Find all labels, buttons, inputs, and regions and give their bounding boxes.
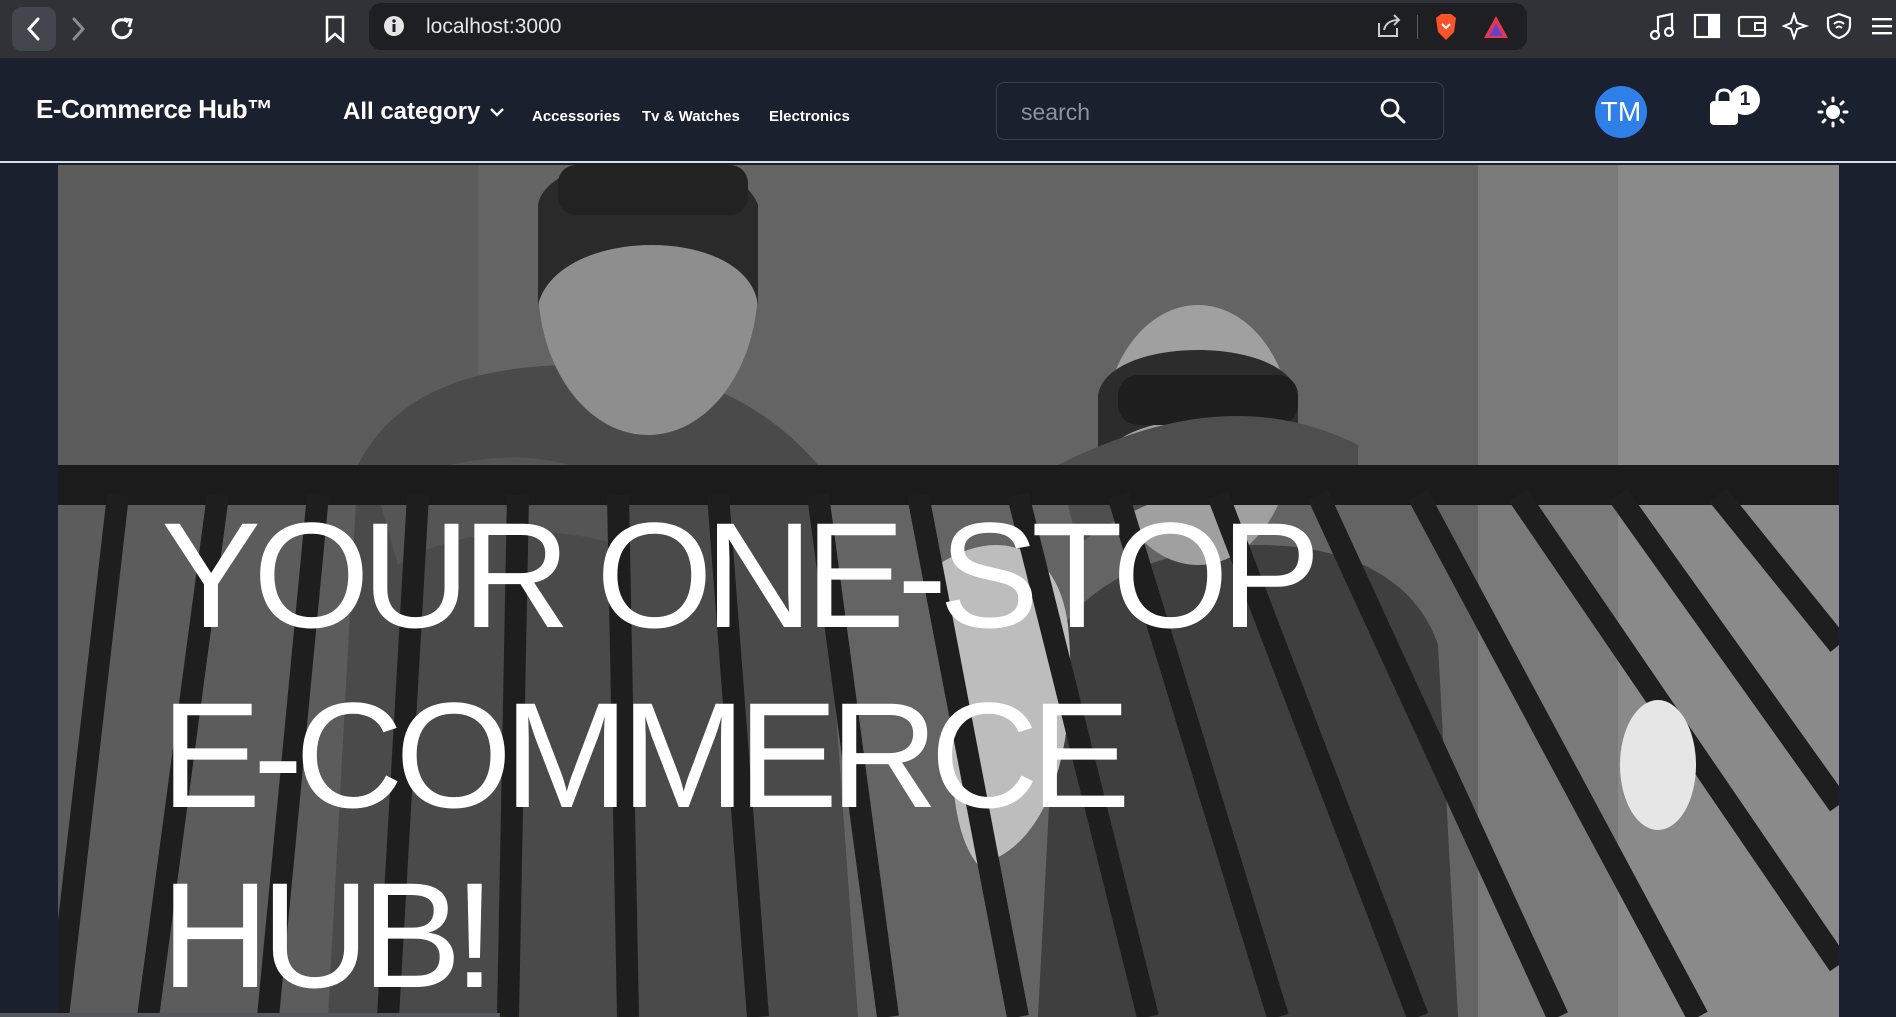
hero-headline-line: YOUR ONE-STOP <box>161 491 1321 659</box>
all-category-dropdown[interactable]: All category <box>343 98 506 126</box>
hero-banner: YOUR ONE-STOP E-COMMERCE HUB! <box>58 165 1839 1017</box>
all-category-label: All category <box>343 98 481 125</box>
music-icon[interactable] <box>1648 12 1676 42</box>
cart-count-badge: 1 <box>1730 85 1760 115</box>
search-icon[interactable] <box>1379 97 1407 125</box>
menu-icon[interactable] <box>1870 12 1894 40</box>
info-icon[interactable] <box>383 15 405 37</box>
address-divider <box>1417 15 1418 39</box>
share-icon[interactable] <box>1376 13 1402 39</box>
address-bar[interactable]: localhost:3000 <box>369 3 1527 50</box>
site-header: E-Commerce Hub™ All category Accessories… <box>0 58 1896 163</box>
nav-link-accessories[interactable]: Accessories <box>532 108 620 125</box>
theme-toggle-icon[interactable] <box>1817 96 1849 128</box>
bookmark-button[interactable] <box>313 7 357 51</box>
brave-shields-icon[interactable] <box>1432 12 1460 42</box>
search-input[interactable] <box>997 83 1383 141</box>
search-box <box>996 82 1444 141</box>
wallet-icon[interactable] <box>1737 12 1767 40</box>
reload-icon <box>111 17 133 40</box>
bookmark-icon <box>325 15 345 43</box>
nav-link-electronics[interactable]: Electronics <box>769 108 850 125</box>
forward-button[interactable] <box>56 7 100 51</box>
brave-rewards-icon[interactable] <box>1483 15 1509 39</box>
browser-toolbar: localhost:3000 <box>0 0 1896 58</box>
chevron-right-icon <box>72 17 86 41</box>
nav-link-tv-watches[interactable]: Tv & Watches <box>642 108 740 125</box>
hero-headline-line: E-COMMERCE <box>161 671 1131 839</box>
vpn-shield-icon[interactable] <box>1826 12 1852 40</box>
user-avatar[interactable]: TM <box>1595 86 1647 138</box>
hero-headline-line: HUB! <box>161 851 495 1017</box>
back-button[interactable] <box>12 7 56 51</box>
chevron-down-icon <box>490 108 505 117</box>
url-text: localhost:3000 <box>426 15 562 38</box>
horizontal-scrollbar[interactable] <box>0 1013 500 1017</box>
chevron-left-icon <box>26 17 40 41</box>
site-logo[interactable]: E-Commerce Hub™ <box>36 94 273 125</box>
sidebar-icon[interactable] <box>1693 12 1721 40</box>
reload-button[interactable] <box>100 7 144 51</box>
leo-ai-icon[interactable] <box>1782 12 1810 40</box>
hero-headline: YOUR ONE-STOP E-COMMERCE HUB! <box>161 485 1321 1017</box>
